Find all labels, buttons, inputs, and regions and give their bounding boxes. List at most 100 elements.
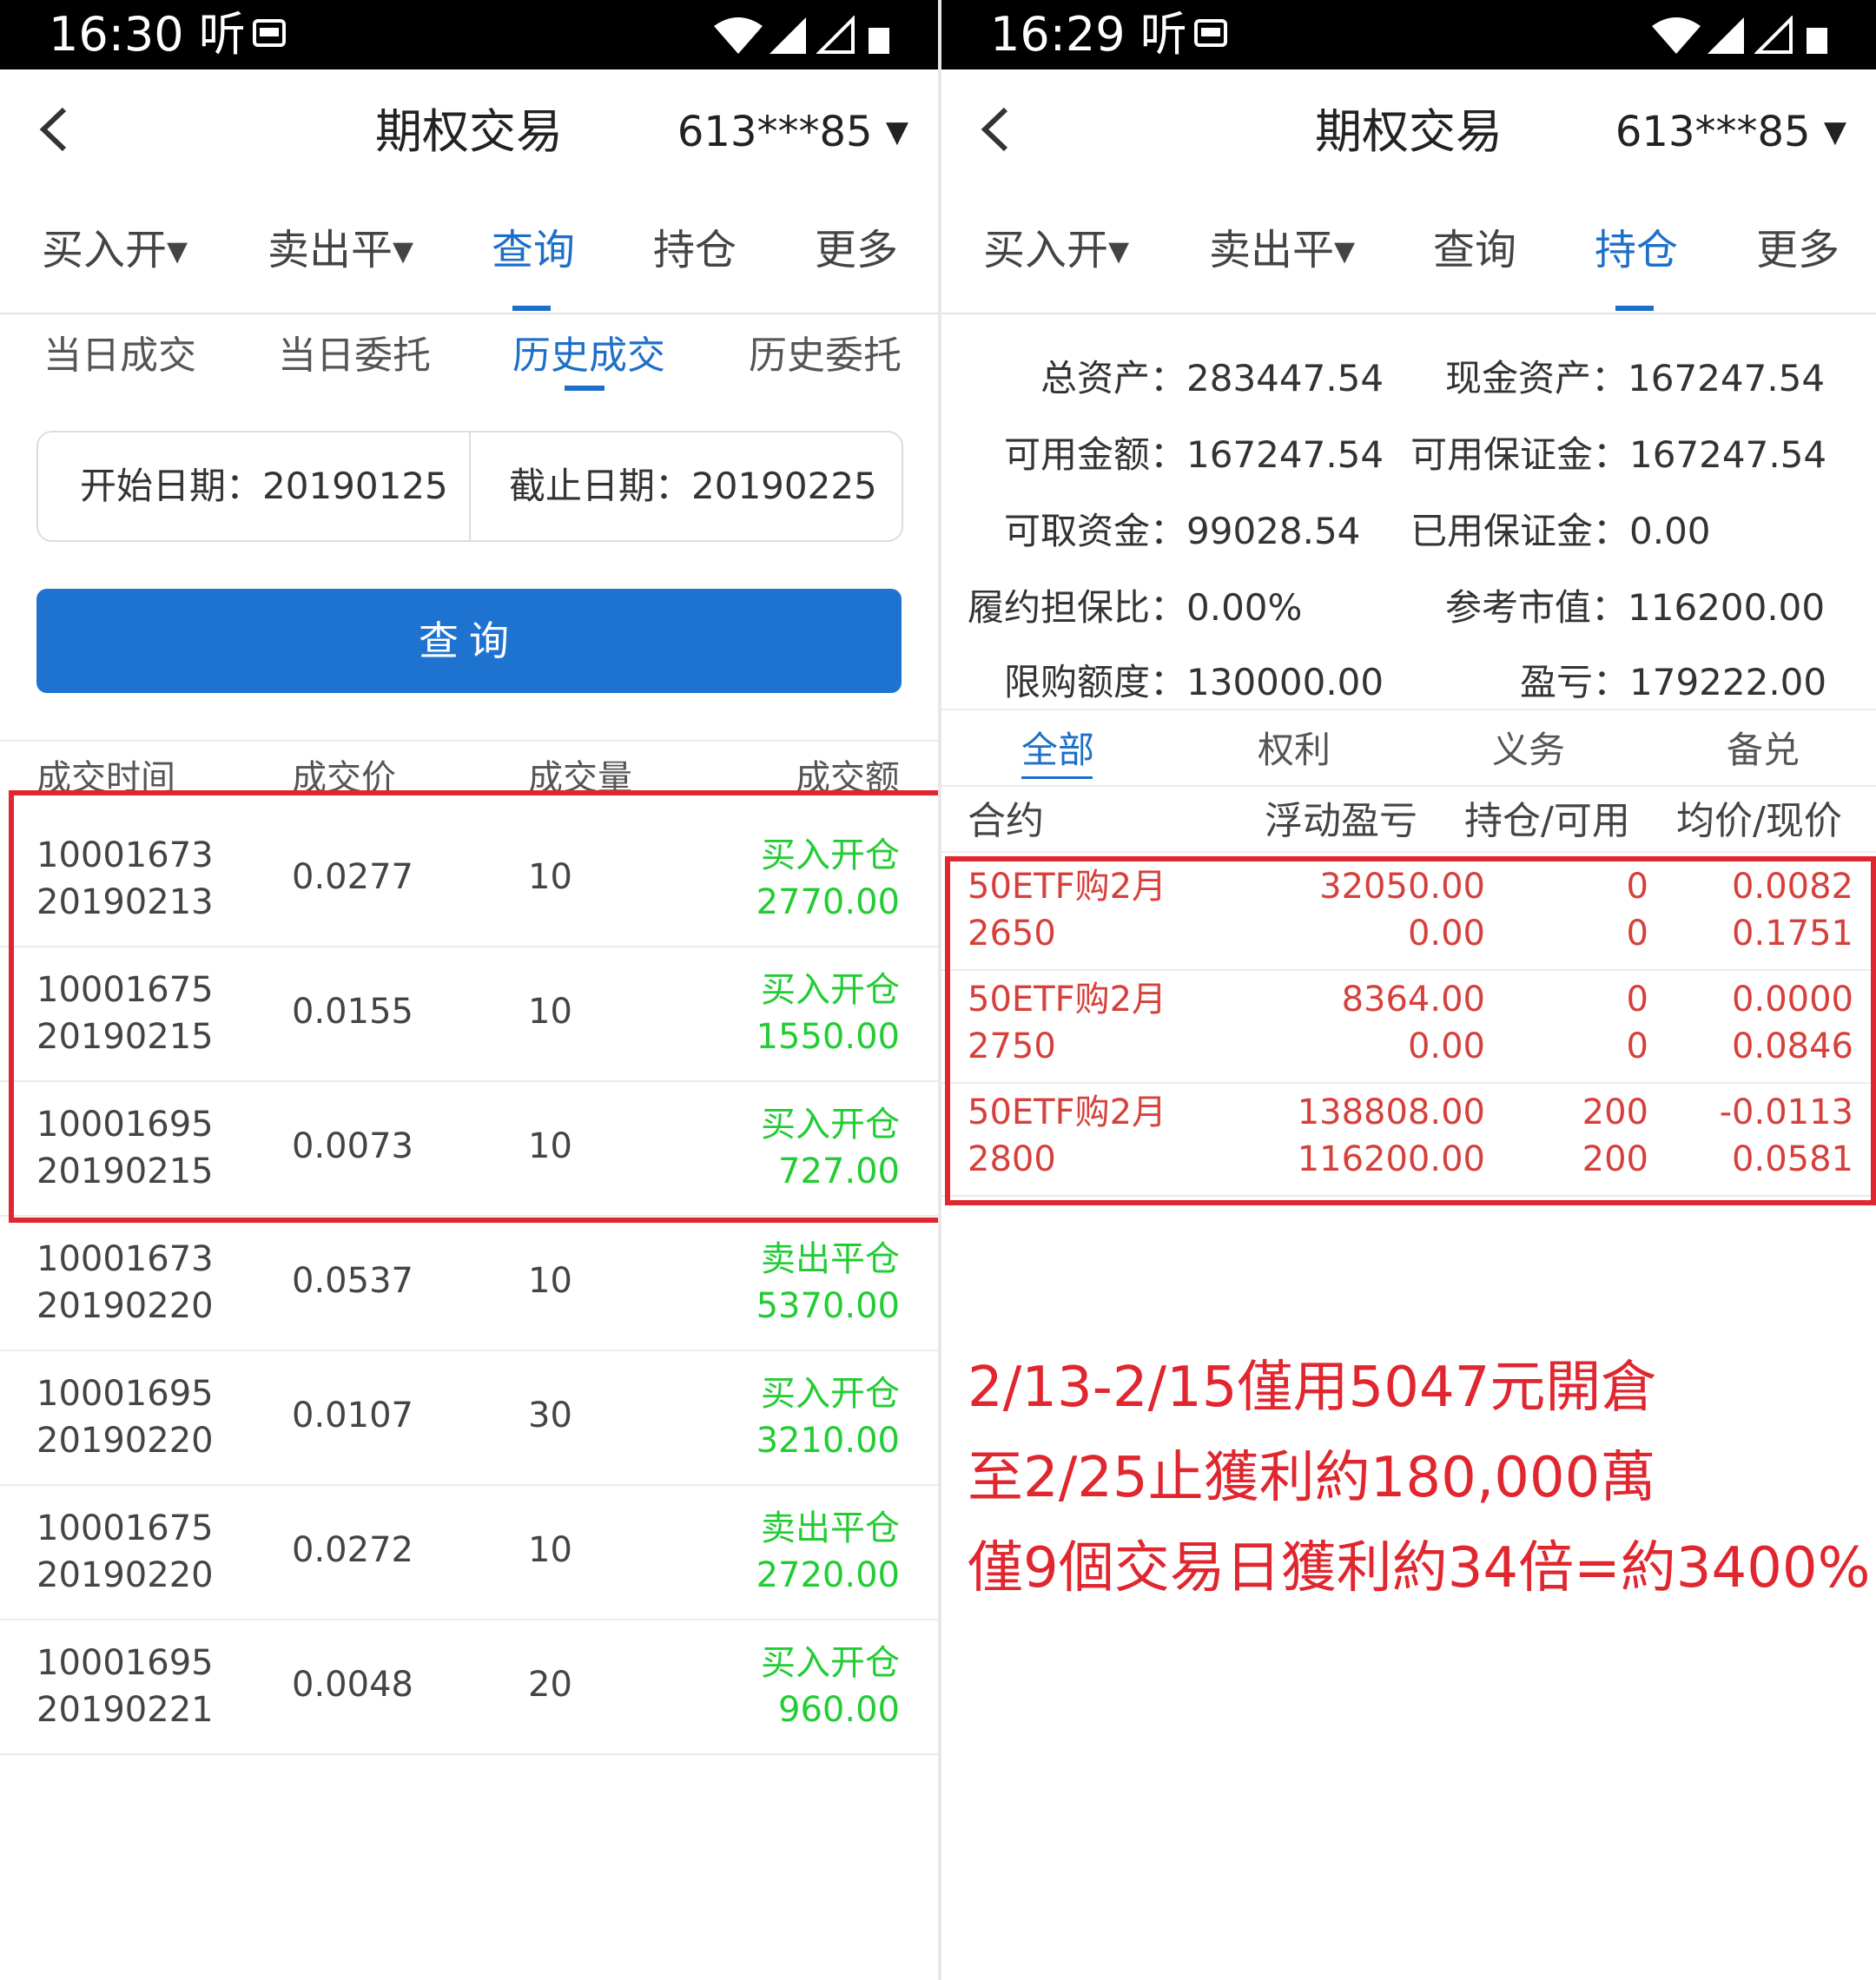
table-row[interactable]: 10001695 20190220 0.0107 30 买入开仓 3210.00 — [0, 1350, 938, 1486]
signal-outline-icon — [1754, 15, 1794, 59]
col-contract: 合约 — [968, 799, 1044, 843]
trade-amount: 卖出平仓 5370.00 — [756, 1236, 900, 1330]
start-date-field[interactable]: 开始日期：20190125 — [80, 459, 448, 514]
trade-action: 买入开仓 — [761, 1374, 900, 1414]
divider — [941, 785, 1876, 787]
wifi-icon — [712, 16, 764, 59]
app-header: 期权交易 613***85 ▼ — [0, 69, 938, 191]
dropdown-icon: ▼ — [1823, 115, 1846, 149]
contract-code: 10001673 — [36, 1239, 214, 1279]
subtab-today-orders[interactable]: 当日委托 — [278, 330, 431, 382]
dropdown-icon: ▼ — [885, 115, 908, 149]
trade-date: 20190221 — [36, 1690, 214, 1730]
tab-positions[interactable]: 持仓 — [653, 222, 737, 278]
tab-query[interactable]: 查询 — [1433, 222, 1516, 278]
query-button[interactable]: 查询 — [36, 589, 902, 693]
col-float-pnl: 浮动盈亏 — [1265, 799, 1417, 843]
reference-market-value: 参考市值：116200.00 — [1445, 586, 1826, 629]
signal-icon — [1706, 16, 1746, 59]
subtab-history-trades[interactable]: 历史成交 — [512, 330, 665, 382]
table-row[interactable]: 10001673 20190220 0.0537 10 卖出平仓 5370.00 — [0, 1215, 938, 1351]
trade-date: 20190220 — [36, 1286, 214, 1326]
battery-icon — [869, 28, 889, 57]
trade-volume: 30 — [528, 1396, 572, 1436]
tab-query[interactable]: 查询 — [492, 222, 575, 278]
annotation-line: 至2/25止獲利約180,000萬 — [968, 1446, 1656, 1510]
account-number: 613***85 — [677, 108, 873, 156]
active-tab-indicator — [512, 306, 551, 311]
amount-value: 5370.00 — [756, 1286, 900, 1326]
tab-sell-close[interactable]: 卖出平▾ — [1209, 222, 1355, 278]
cash-assets: 现金资产：167247.54 — [1445, 357, 1826, 399]
trade-volume: 20 — [528, 1665, 572, 1705]
date-range: 开始日期：20190125 截止日期：20190225 — [36, 431, 903, 542]
history-trades-screen: 16:30 听 期权交易 613***85 ▼ 买入开▾ 卖出平▾ 查询 持仓 … — [0, 0, 938, 1980]
tab-buy-open[interactable]: 买入开▾ — [42, 222, 188, 278]
trade-price: 0.0537 — [292, 1261, 413, 1301]
subtab-history-orders[interactable]: 历史委托 — [749, 330, 902, 382]
trade-time: 10001695 20190220 — [36, 1370, 214, 1464]
message-icon — [252, 16, 287, 54]
tab-more[interactable]: 更多 — [815, 222, 898, 278]
withdrawable-funds: 可取资金：99028.54 — [1004, 510, 1361, 552]
trade-date: 20190220 — [36, 1421, 214, 1461]
contract-code: 10001695 — [36, 1374, 214, 1414]
used-margin: 已用保证金：0.00 — [1410, 510, 1711, 552]
divider — [941, 851, 1876, 853]
account-selector[interactable]: 613***85 ▼ — [1615, 101, 1846, 163]
filter-obligations[interactable]: 义务 — [1492, 724, 1565, 776]
trade-price: 0.0048 — [292, 1665, 413, 1705]
trade-time: 10001695 20190221 — [36, 1640, 214, 1733]
account-selector[interactable]: 613***85 ▼ — [677, 101, 908, 163]
status-bar: 16:30 听 — [0, 0, 938, 69]
table-row[interactable]: 10001695 20190221 0.0048 20 买入开仓 960.00 — [0, 1619, 938, 1755]
amount-value: 2720.00 — [756, 1555, 900, 1595]
trade-action: 卖出平仓 — [761, 1239, 900, 1279]
trade-volume: 10 — [528, 1530, 572, 1570]
trade-volume: 10 — [528, 1261, 572, 1301]
purchase-limit: 限购额度：130000.00 — [1004, 661, 1384, 703]
trade-amount: 买入开仓 3210.00 — [756, 1370, 900, 1464]
tab-buy-open[interactable]: 买入开▾ — [983, 222, 1129, 278]
trade-time: 10001673 20190220 — [36, 1236, 214, 1330]
trade-amount: 买入开仓 960.00 — [761, 1640, 900, 1733]
filter-covered[interactable]: 备兑 — [1727, 724, 1800, 776]
active-subtab-indicator — [565, 386, 604, 391]
trade-action: 买入开仓 — [761, 1643, 900, 1683]
trade-time: 10001675 20190220 — [36, 1505, 214, 1599]
divider — [941, 709, 1876, 710]
profit-loss: 盈亏：179222.00 — [1520, 661, 1827, 703]
filter-rights[interactable]: 权利 — [1258, 724, 1331, 776]
signal-icon — [768, 16, 808, 59]
tab-positions[interactable]: 持仓 — [1595, 222, 1678, 278]
main-tabs: 买入开▾ 卖出平▾ 查询 持仓 更多 — [0, 191, 938, 314]
trade-date: 20190220 — [36, 1555, 214, 1595]
positions-screen: 16:29 听 期权交易 613***85 ▼ 买入开▾ 卖出平▾ 查询 持仓 … — [941, 0, 1876, 1980]
wifi-icon — [1650, 16, 1702, 59]
annotation-line: 僅9個交易日獲利約34倍=約3400% — [968, 1536, 1871, 1600]
divider — [0, 740, 938, 742]
total-assets: 总资产：283447.54 — [1040, 357, 1384, 399]
active-tab-indicator — [1615, 306, 1654, 311]
amount-value: 3210.00 — [756, 1421, 900, 1461]
guarantee-ratio: 履约担保比：0.00% — [968, 586, 1303, 629]
table-row[interactable]: 10001675 20190220 0.0272 10 卖出平仓 2720.00 — [0, 1484, 938, 1620]
account-number: 613***85 — [1615, 108, 1811, 156]
contract-code: 10001675 — [36, 1508, 214, 1548]
trade-action: 卖出平仓 — [761, 1508, 900, 1548]
contract-code: 10001695 — [36, 1643, 214, 1683]
filter-all[interactable]: 全部 — [1021, 724, 1094, 776]
tab-sell-close[interactable]: 卖出平▾ — [268, 222, 413, 278]
status-bar: 16:29 听 — [941, 0, 1876, 69]
trade-price: 0.0107 — [292, 1396, 413, 1436]
status-time: 16:29 听 — [990, 7, 1187, 62]
subtab-today-trades[interactable]: 当日成交 — [43, 330, 196, 382]
available-margin: 可用保证金：167247.54 — [1410, 433, 1827, 476]
col-hold-available: 持仓/可用 — [1464, 799, 1630, 843]
col-avg-last: 均价/现价 — [1676, 799, 1842, 843]
trade-amount: 卖出平仓 2720.00 — [756, 1505, 900, 1599]
active-filter-indicator — [1021, 776, 1093, 779]
battery-icon — [1807, 28, 1827, 57]
tab-more[interactable]: 更多 — [1756, 222, 1840, 278]
end-date-field[interactable]: 截止日期：20190225 — [509, 459, 877, 514]
